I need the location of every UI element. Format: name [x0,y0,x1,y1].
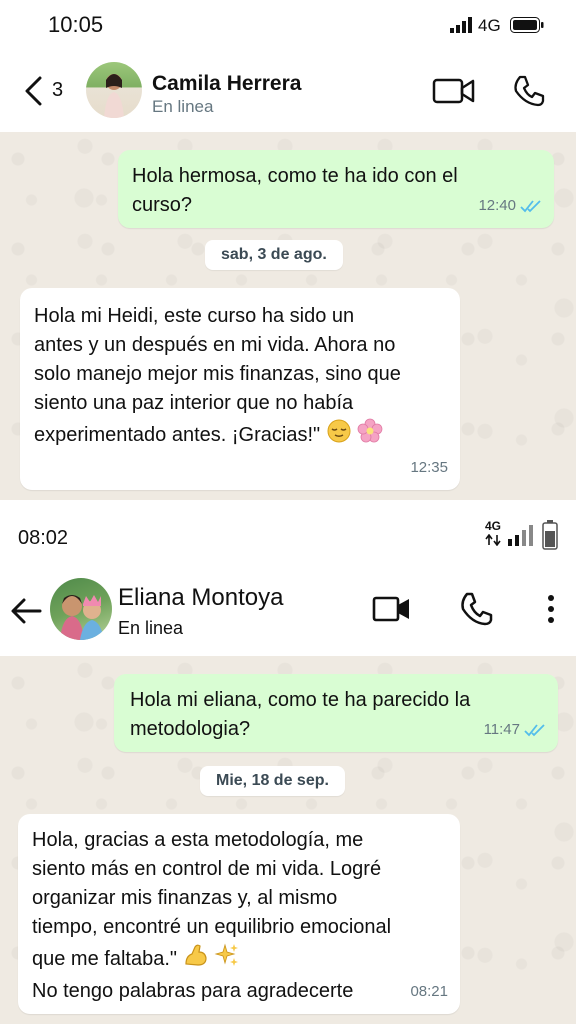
battery-icon [510,17,544,38]
chat-header: Eliana Montoya En linea [0,572,576,656]
contact-status: En linea [152,97,214,116]
battery-icon [542,520,558,555]
message-time: 12:35 [410,459,448,476]
chat-screenshot-camila: 10:05 4G 3 Camila Herrera En linea Hola … [0,0,576,500]
message-body: Hola mi Heidi, este curso ha sido un ant… [34,302,446,453]
read-ticks-icon [524,723,546,737]
message-time: 11:47 [483,721,520,738]
read-ticks-icon [520,199,542,213]
back-arrow-icon[interactable] [10,596,42,631]
message-outgoing[interactable]: Hola mi eliana, como te ha parecido la m… [114,674,558,752]
contact-name[interactable]: Eliana Montoya [118,584,283,612]
chat-screenshot-eliana: 08:02 4G Eliana Montoya En linea Hola mi… [0,500,576,1024]
contact-status: En linea [118,618,184,638]
contact-name[interactable]: Camila Herrera [152,72,301,96]
sparkles-icon [214,942,240,977]
avatar[interactable] [86,62,142,118]
network-label: 4G [485,519,502,533]
message-text-2: No tengo palabras para agradecerte [32,980,354,1002]
chat-area: Hola mi eliana, como te ha parecido la m… [0,656,576,1024]
chat-header: 3 Camila Herrera En linea [0,52,576,132]
more-options-icon[interactable] [546,594,556,629]
message-body: Hola, gracias a esta metodología, me sie… [32,826,446,1006]
date-separator: Mie, 18 de sep. [200,766,345,796]
voice-call-icon[interactable] [512,74,546,113]
cherry-blossom-icon [357,418,383,453]
message-meta: 11:47 [484,715,546,744]
video-call-icon[interactable] [432,76,476,111]
signal-icon [508,524,534,551]
relieved-face-icon [326,418,352,453]
status-bar: 10:05 4G [0,0,576,52]
message-time: 12:40 [478,197,516,214]
unread-count[interactable]: 3 [52,79,63,102]
status-time: 08:02 [18,527,69,549]
status-bar: 08:02 4G [0,500,576,572]
message-outgoing[interactable]: Hola hermosa, como te ha ido con el curs… [118,150,554,228]
avatar[interactable] [50,578,112,640]
signal-icon [450,17,474,38]
video-call-icon[interactable] [372,594,412,629]
voice-call-icon[interactable] [458,591,494,632]
message-incoming[interactable]: Hola, gracias a esta metodología, me sie… [18,814,460,1014]
message-meta: 12:40 [478,191,542,220]
data-arrows-icon [485,533,501,551]
message-incoming[interactable]: Hola mi Heidi, este curso ha sido un ant… [20,288,460,490]
date-separator: sab, 3 de ago. [205,240,343,270]
message-text: Hola, gracias a esta metodología, me sie… [32,829,392,970]
back-icon[interactable] [22,76,46,111]
date-label: Mie, 18 de sep. [216,772,329,789]
message-meta: 08:21 [410,977,448,1006]
network-label: 4G [478,16,501,35]
status-time: 10:05 [48,12,104,37]
date-label: sab, 3 de ago. [221,246,327,263]
message-time: 08:21 [410,983,448,1000]
message-text: Hola mi eliana, como te ha parecido la m… [130,689,471,740]
flexed-biceps-icon [183,942,209,977]
chat-area: Hola hermosa, como te ha ido con el curs… [0,132,576,500]
message-meta: 12:35 [410,453,448,482]
